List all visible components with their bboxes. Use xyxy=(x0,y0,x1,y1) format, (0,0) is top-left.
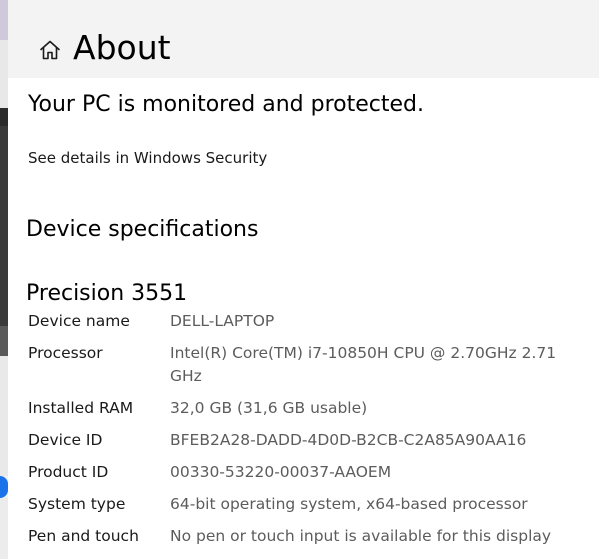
spec-label: System type xyxy=(28,495,126,513)
spec-label: Processor xyxy=(28,344,103,362)
spec-value: BFEB2A28-DADD-4D0D-B2CB-C2A85A90AA16 xyxy=(170,431,527,449)
background-segment xyxy=(0,326,8,356)
spec-label: Device name xyxy=(28,312,130,330)
background-window-edge xyxy=(0,0,8,559)
settings-window: About Your PC is monitored and protected… xyxy=(0,0,599,559)
page-title: About xyxy=(73,28,171,67)
background-segment xyxy=(0,126,8,326)
device-model-name: Precision 3551 xyxy=(26,281,188,306)
spec-value: DELL-LAPTOP xyxy=(170,312,275,330)
spec-value: Intel(R) Core(TM) i7-10850H CPU @ 2.70GH… xyxy=(170,344,557,385)
home-icon[interactable] xyxy=(38,38,62,62)
background-segment xyxy=(0,356,8,476)
about-content: Your PC is monitored and protected. See … xyxy=(8,78,599,559)
background-segment xyxy=(0,108,8,126)
spec-row-device-name: Device name DELL-LAPTOP xyxy=(28,310,588,342)
spec-value: No pen or touch input is available for t… xyxy=(170,527,552,545)
background-segment xyxy=(0,498,8,559)
background-segment xyxy=(0,40,8,108)
device-specs-table: Device name DELL-LAPTOP Processor Intel(… xyxy=(28,310,588,557)
spec-row-product-id: Product ID 00330-53220-00037-AAOEM xyxy=(28,461,588,493)
spec-value: 00330-53220-00037-AAOEM xyxy=(170,463,392,481)
background-segment xyxy=(0,0,8,40)
spec-row-device-id: Device ID BFEB2A28-DADD-4D0D-B2CB-C2A85A… xyxy=(28,429,588,461)
spec-value: 64-bit operating system, x64-based proce… xyxy=(170,495,528,513)
spec-label: Installed RAM xyxy=(28,399,134,417)
device-specs-heading: Device specifications xyxy=(26,217,259,242)
spec-value: 32,0 GB (31,6 GB usable) xyxy=(170,399,368,417)
spec-label: Pen and touch xyxy=(28,527,139,545)
spec-label: Device ID xyxy=(28,431,103,449)
background-blue-indicator xyxy=(0,476,8,498)
spec-row-processor: Processor Intel(R) Core(TM) i7-10850H CP… xyxy=(28,342,588,397)
page-header: About xyxy=(8,0,599,78)
windows-security-link[interactable]: See details in Windows Security xyxy=(28,147,267,169)
spec-row-pen-and-touch: Pen and touch No pen or touch input is a… xyxy=(28,525,588,557)
protection-status-title: Your PC is monitored and protected. xyxy=(28,92,424,117)
spec-row-installed-ram: Installed RAM 32,0 GB (31,6 GB usable) xyxy=(28,397,588,429)
spec-label: Product ID xyxy=(28,463,109,481)
spec-row-system-type: System type 64-bit operating system, x64… xyxy=(28,493,588,525)
